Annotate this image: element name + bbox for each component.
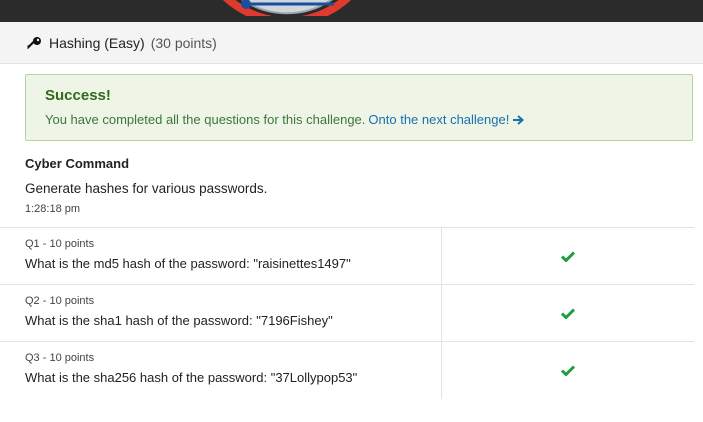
question-text: What is the md5 hash of the password: "r… [25, 256, 351, 271]
check-icon [561, 365, 575, 376]
question-label: Q1 - 10 points [25, 238, 95, 250]
logo-icon [222, 0, 352, 16]
question-text: What is the sha1 hash of the password: "… [25, 313, 333, 328]
status-cell [442, 228, 694, 284]
question-row: Q2 - 10 points What is the sha1 hash of … [0, 285, 694, 342]
check-icon [561, 307, 575, 319]
next-challenge-label: Onto the next challenge! [368, 112, 510, 127]
alert-message: You have completed all the questions for… [45, 112, 673, 127]
question-cell: Q2 - 10 points What is the sha1 hash of … [0, 285, 442, 341]
question-label: Q3 - 10 points [25, 352, 95, 364]
challenge-points: (30 points) [150, 34, 217, 51]
challenge-description: Generate hashes for various passwords. [25, 181, 268, 196]
check-icon [561, 250, 575, 262]
question-label: Q2 - 10 points [25, 295, 95, 307]
next-challenge-link[interactable]: Onto the next challenge! [368, 112, 525, 127]
key-icon [27, 36, 41, 49]
arrow-right-icon [513, 115, 525, 125]
challenge-title: Hashing (Easy) [49, 34, 145, 51]
questions-table: Q1 - 10 points What is the md5 hash of t… [0, 227, 694, 399]
question-row: Q1 - 10 points What is the md5 hash of t… [0, 228, 694, 285]
success-alert: Success! You have completed all the ques… [25, 74, 693, 141]
challenge-panel: Hashing (Easy) (30 points) Success! You … [0, 22, 703, 422]
question-cell: Q1 - 10 points What is the md5 hash of t… [0, 228, 442, 284]
status-cell [442, 285, 694, 341]
challenge-author: Cyber Command [25, 156, 130, 171]
challenge-time: 1:28:18 pm [25, 203, 81, 215]
alert-text: You have completed all the questions for… [45, 112, 366, 127]
question-cell: Q3 - 10 points What is the sha256 hash o… [0, 342, 442, 399]
question-text: What is the sha256 hash of the password:… [25, 370, 358, 385]
status-cell [442, 342, 694, 399]
alert-title: Success! [45, 87, 111, 104]
question-row: Q3 - 10 points What is the sha256 hash o… [0, 342, 694, 399]
panel-header: Hashing (Easy) (30 points) [0, 22, 703, 64]
